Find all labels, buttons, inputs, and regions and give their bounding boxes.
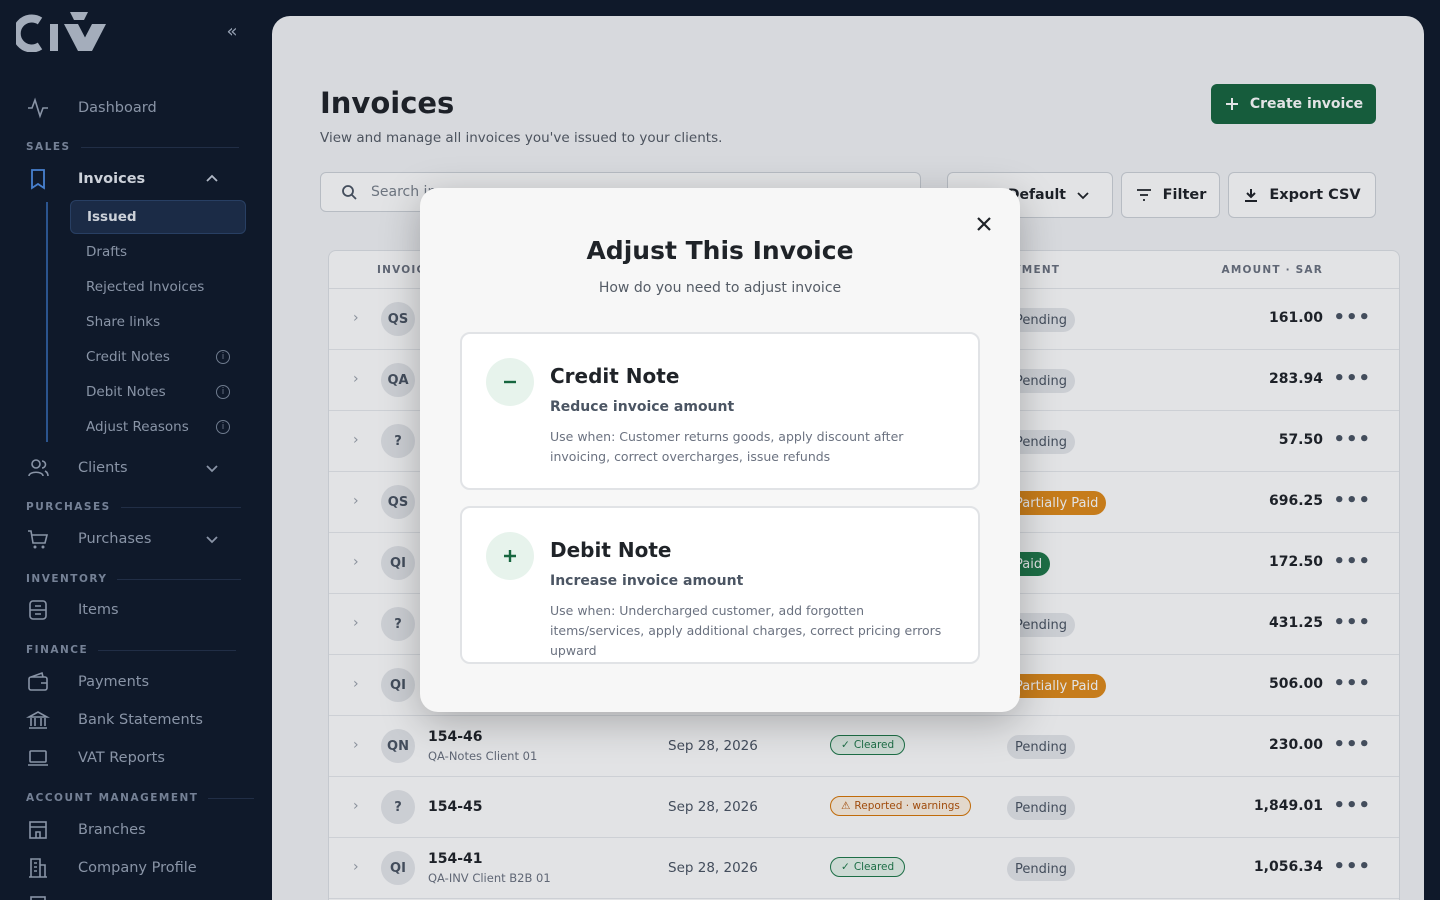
- close-icon[interactable]: [974, 214, 994, 234]
- credit-note-subtitle: Reduce invoice amount: [550, 399, 735, 415]
- credit-note-option[interactable]: Credit Note Reduce invoice amount Use wh…: [460, 332, 980, 490]
- credit-note-description: Use when: Customer returns goods, apply …: [550, 429, 904, 464]
- adjust-invoice-modal: Adjust This Invoice How do you need to a…: [420, 188, 1020, 712]
- modal-subtitle: How do you need to adjust invoice: [598, 280, 842, 296]
- modal-title: Adjust This Invoice: [586, 236, 854, 265]
- minus-icon: [486, 358, 534, 406]
- credit-note-title: Credit Note: [550, 364, 680, 388]
- debit-note-description: Use when: Undercharged customer, add for…: [550, 603, 942, 658]
- debit-note-subtitle: Increase invoice amount: [550, 573, 744, 589]
- debit-note-option[interactable]: Debit Note Increase invoice amount Use w…: [460, 506, 980, 664]
- plus-icon: [486, 532, 534, 580]
- debit-note-title: Debit Note: [550, 538, 672, 562]
